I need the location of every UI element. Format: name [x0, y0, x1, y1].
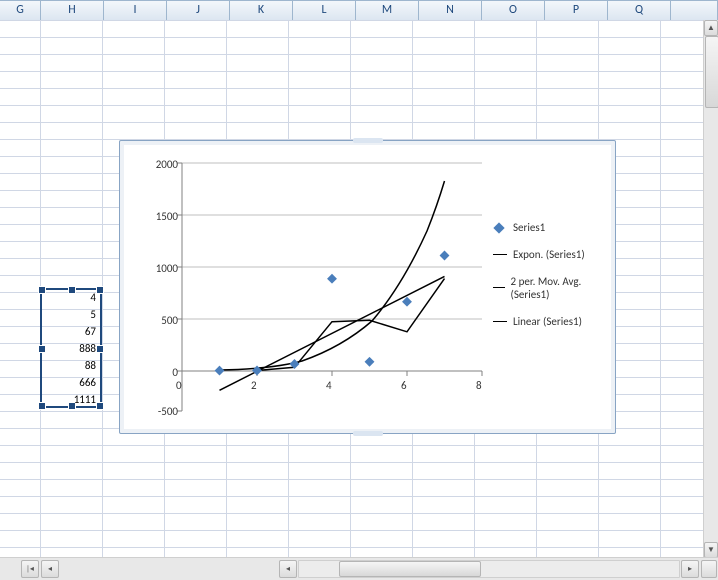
scroll-right-button[interactable]: ▸ [681, 560, 699, 578]
legend-item-linear[interactable]: Linear (Series1) [493, 315, 603, 328]
cell-grid[interactable]: 4 5 67 888 88 666 1111 [0, 20, 704, 558]
col-header[interactable]: K [230, 0, 293, 20]
col-header[interactable]: H [41, 0, 104, 20]
ytick: 500 [138, 314, 178, 327]
legend-item-expon[interactable]: Expon. (Series1) [493, 248, 603, 261]
cell[interactable]: 1111 [40, 391, 100, 408]
col-header-blank [671, 0, 718, 20]
cell[interactable]: 888 [40, 340, 100, 357]
cell[interactable]: 4 [40, 289, 100, 306]
col-header[interactable]: O [482, 0, 545, 20]
col-header[interactable]: Q [608, 0, 671, 20]
ytick: 2000 [138, 158, 178, 171]
legend-item-series[interactable]: Series1 [493, 221, 603, 234]
line-icon [493, 287, 505, 288]
line-icon [493, 254, 507, 255]
chart-plot-area[interactable] [132, 151, 492, 423]
spreadsheet-window: { "columns": [ {"letter":"G","width":40}… [0, 0, 718, 580]
hscroll-thumb[interactable] [339, 561, 481, 577]
col-header[interactable]: G [0, 0, 41, 20]
xtick: 0 [176, 379, 182, 392]
ytick: 1000 [138, 262, 178, 275]
col-header[interactable]: N [419, 0, 482, 20]
cell[interactable]: 5 [40, 306, 100, 323]
legend-label: Linear (Series1) [513, 315, 582, 328]
col-header[interactable]: J [167, 0, 230, 20]
vertical-scrollbar[interactable]: ▲ ▼ [703, 20, 718, 558]
scroll-up-button[interactable]: ▲ [704, 20, 718, 36]
diamond-icon [493, 222, 504, 233]
horizontal-scrollbar[interactable]: |◂ ◂ ◂ ▸ [0, 557, 718, 580]
column-header-row: G H I J K L M N O P Q [0, 0, 718, 21]
chart-resize-handle[interactable] [353, 431, 383, 436]
legend-label: Expon. (Series1) [513, 248, 585, 261]
xtick: 4 [326, 379, 332, 392]
col-header[interactable]: L [293, 0, 356, 20]
col-header[interactable]: I [104, 0, 167, 20]
ytick: -500 [138, 405, 178, 418]
xtick: 6 [401, 379, 407, 392]
cell[interactable]: 88 [40, 357, 100, 374]
xtick: 2 [251, 379, 257, 392]
chart-resize-handle[interactable] [353, 138, 383, 143]
series-markers[interactable] [215, 251, 450, 376]
sheet-corner[interactable] [701, 560, 717, 578]
hscroll-track[interactable] [298, 560, 680, 578]
line-icon [493, 321, 507, 322]
tab-first-button[interactable]: |◂ [21, 560, 39, 578]
col-header[interactable]: P [545, 0, 608, 20]
cell[interactable]: 67 [40, 323, 100, 340]
cell[interactable]: 666 [40, 374, 100, 391]
chart-legend[interactable]: Series1 Expon. (Series1) 2 per. Mov. Avg… [493, 221, 603, 342]
ytick: 1500 [138, 210, 178, 223]
xtick: 8 [476, 379, 482, 392]
scroll-down-button[interactable]: ▼ [704, 542, 718, 558]
chart-object[interactable]: 2000 1500 1000 500 0 -500 0 2 4 6 8 Seri… [119, 140, 616, 434]
legend-label: Series1 [513, 221, 545, 234]
scroll-left-button[interactable]: ◂ [279, 560, 297, 578]
scroll-thumb[interactable] [705, 36, 718, 108]
tab-prev-button[interactable]: ◂ [41, 560, 59, 578]
legend-label: 2 per. Mov. Avg. (Series1) [511, 275, 603, 301]
legend-item-movavg[interactable]: 2 per. Mov. Avg. (Series1) [493, 275, 603, 301]
col-header[interactable]: M [356, 0, 419, 20]
ytick: 0 [138, 366, 178, 379]
